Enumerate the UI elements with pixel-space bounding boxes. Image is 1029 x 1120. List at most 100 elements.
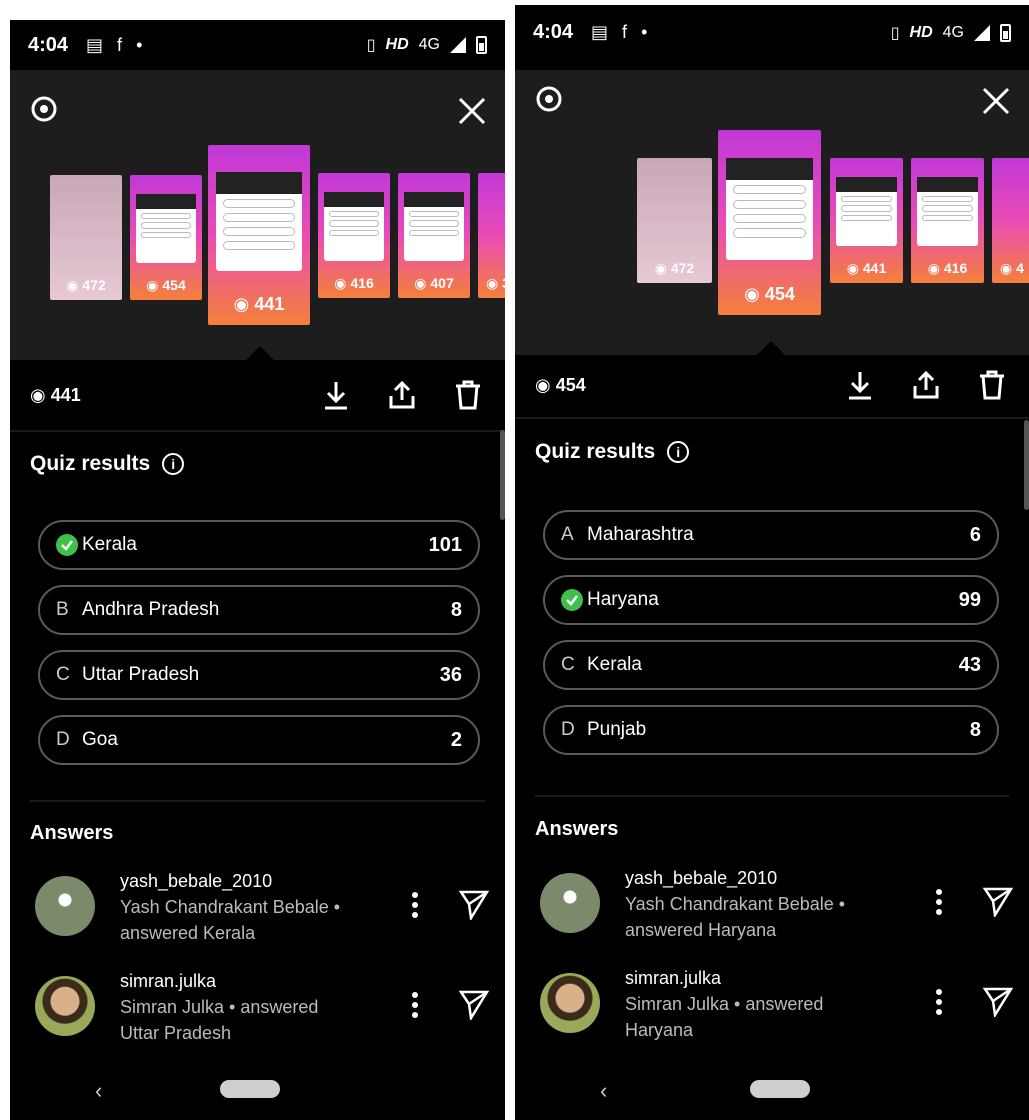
gear-icon[interactable] bbox=[28, 93, 60, 125]
battery-icon bbox=[476, 36, 487, 54]
quiz-results-title: Quiz results bbox=[535, 440, 656, 463]
gear-icon[interactable] bbox=[533, 83, 565, 115]
home-pill[interactable] bbox=[220, 1080, 280, 1098]
answer-row[interactable]: simran.julka Simran Julka • answered Utt… bbox=[30, 968, 490, 1048]
story-thumbnail-selected[interactable]: ◉ 454 bbox=[718, 130, 821, 315]
nav-bar: ‹ bbox=[515, 1060, 1029, 1120]
hd-label: HD bbox=[909, 23, 933, 41]
send-icon[interactable] bbox=[458, 988, 490, 1020]
status-bar: 4:04 ▤ f • ▯ HD 4G bbox=[515, 5, 1029, 60]
facebook-icon: f bbox=[622, 22, 628, 42]
close-icon[interactable] bbox=[454, 93, 490, 129]
right-screen: 4:04 ▤ f • ▯ HD 4G ◉ 472 ◉ 454 ◉ 441 ◉ 4… bbox=[515, 5, 1029, 1120]
check-icon bbox=[56, 534, 78, 556]
info-icon[interactable]: i bbox=[667, 441, 690, 463]
option-name: Goa bbox=[82, 729, 118, 750]
answer-detail: Simran Julka • answered Uttar Pradesh bbox=[120, 997, 319, 1043]
option-count: 36 bbox=[439, 663, 462, 686]
send-icon[interactable] bbox=[982, 985, 1014, 1017]
option-letter: D bbox=[561, 719, 575, 740]
quiz-options: Kerala 101 B Andhra Pradesh 8 C Uttar Pr… bbox=[38, 520, 480, 780]
message-icon: ▤ bbox=[86, 34, 104, 55]
option-count: 2 bbox=[450, 728, 462, 751]
download-icon[interactable] bbox=[843, 368, 877, 402]
trash-icon[interactable] bbox=[975, 368, 1009, 402]
story-thumbnails: ◉ 472 ◉ 454 ◉ 441 ◉ 416 ◉ 4 bbox=[515, 130, 1029, 320]
option-name: Andhra Pradesh bbox=[82, 599, 220, 620]
avatar[interactable] bbox=[35, 976, 95, 1036]
option-name: Maharashtra bbox=[587, 524, 694, 545]
trash-icon[interactable] bbox=[451, 378, 485, 412]
story-thumbnail[interactable]: ◉ 472 bbox=[50, 175, 122, 300]
option-count: 99 bbox=[958, 588, 981, 611]
nav-bar: ‹ bbox=[10, 1060, 505, 1120]
thumb-views: 407 bbox=[430, 275, 454, 291]
avatar[interactable] bbox=[540, 973, 600, 1033]
network-label: 4G bbox=[942, 23, 964, 41]
left-screen: 4:04 ▤ f • ▯ HD 4G ◉ 472 ◉ 454 ◉ 441 ◉ 4… bbox=[10, 20, 505, 1120]
answer-username[interactable]: simran.julka bbox=[625, 965, 865, 991]
share-icon[interactable] bbox=[909, 368, 943, 402]
option-name: Kerala bbox=[587, 654, 642, 675]
answer-username[interactable]: yash_bebale_2010 bbox=[120, 868, 360, 894]
story-thumbnails: ◉ 472 ◉ 454 ◉ 441 ◉ 416 ◉ 407 ◉ 3 bbox=[10, 145, 505, 335]
option-letter: C bbox=[56, 664, 70, 685]
network-label: 4G bbox=[418, 36, 440, 53]
story-thumbnail[interactable]: ◉ 4 bbox=[992, 158, 1029, 283]
story-thumbnail[interactable]: ◉ 472 bbox=[637, 158, 712, 283]
story-thumbnail[interactable]: ◉ 416 bbox=[318, 173, 390, 298]
quiz-option: Haryana 99 bbox=[543, 575, 999, 625]
avatar[interactable] bbox=[540, 873, 600, 933]
signal-icon bbox=[974, 24, 990, 41]
story-thumbnail[interactable]: ◉ 3 bbox=[478, 173, 505, 298]
option-count: 8 bbox=[450, 598, 462, 621]
share-icon[interactable] bbox=[385, 378, 419, 412]
vibrate-icon: ▯ bbox=[366, 37, 376, 54]
option-count: 101 bbox=[428, 533, 462, 556]
close-icon[interactable] bbox=[978, 83, 1014, 119]
answer-row[interactable]: yash_bebale_2010 Yash Chandrakant Bebale… bbox=[535, 865, 1014, 945]
answer-row[interactable]: simran.julka Simran Julka • answered Har… bbox=[535, 965, 1014, 1045]
story-thumbnail-selected[interactable]: ◉ 441 bbox=[208, 145, 310, 325]
option-count: 43 bbox=[958, 653, 981, 676]
quiz-option: B Andhra Pradesh 8 bbox=[38, 585, 480, 635]
thumb-views: 472 bbox=[82, 277, 106, 293]
back-icon[interactable]: ‹ bbox=[95, 1078, 102, 1104]
answer-detail: Yash Chandrakant Bebale • answered Keral… bbox=[120, 897, 341, 943]
option-name: Haryana bbox=[587, 589, 659, 610]
quiz-option: Kerala 101 bbox=[38, 520, 480, 570]
story-thumbnail[interactable]: ◉ 407 bbox=[398, 173, 470, 298]
kebab-icon[interactable] bbox=[934, 987, 944, 1017]
check-icon bbox=[561, 589, 583, 611]
quiz-results-heading: Quiz results i bbox=[30, 452, 185, 476]
answer-username[interactable]: yash_bebale_2010 bbox=[625, 865, 865, 891]
thumb-views: 454 bbox=[162, 277, 186, 293]
story-viewer: ◉ 472 ◉ 454 ◉ 441 ◉ 416 ◉ 407 ◉ 3 bbox=[10, 70, 505, 360]
avatar[interactable] bbox=[35, 876, 95, 936]
answer-username[interactable]: simran.julka bbox=[120, 968, 360, 994]
info-icon[interactable]: i bbox=[162, 453, 185, 475]
send-icon[interactable] bbox=[458, 888, 490, 920]
kebab-icon[interactable] bbox=[410, 990, 420, 1020]
back-icon[interactable]: ‹ bbox=[600, 1078, 607, 1104]
send-icon[interactable] bbox=[982, 885, 1014, 917]
views-count: 441 bbox=[50, 384, 81, 405]
answer-row[interactable]: yash_bebale_2010 Yash Chandrakant Bebale… bbox=[30, 868, 490, 948]
quiz-option: D Goa 2 bbox=[38, 715, 480, 765]
battery-icon bbox=[1000, 23, 1011, 42]
answer-detail: Simran Julka • answered Haryana bbox=[625, 994, 824, 1040]
story-viewer: ◉ 472 ◉ 454 ◉ 441 ◉ 416 ◉ 4 bbox=[515, 70, 1029, 355]
quiz-option: C Kerala 43 bbox=[543, 640, 999, 690]
download-icon[interactable] bbox=[319, 378, 353, 412]
home-pill[interactable] bbox=[750, 1080, 810, 1098]
story-thumbnail[interactable]: ◉ 416 bbox=[911, 158, 984, 283]
views-count: 454 bbox=[555, 374, 586, 395]
option-name: Kerala bbox=[82, 534, 137, 555]
signal-icon bbox=[450, 37, 466, 53]
thumb-views: 416 bbox=[943, 260, 968, 276]
story-thumbnail[interactable]: ◉ 441 bbox=[830, 158, 903, 283]
story-action-row: ◉ 454 bbox=[515, 350, 1029, 420]
kebab-icon[interactable] bbox=[410, 890, 420, 920]
story-thumbnail[interactable]: ◉ 454 bbox=[130, 175, 202, 300]
kebab-icon[interactable] bbox=[934, 887, 944, 917]
